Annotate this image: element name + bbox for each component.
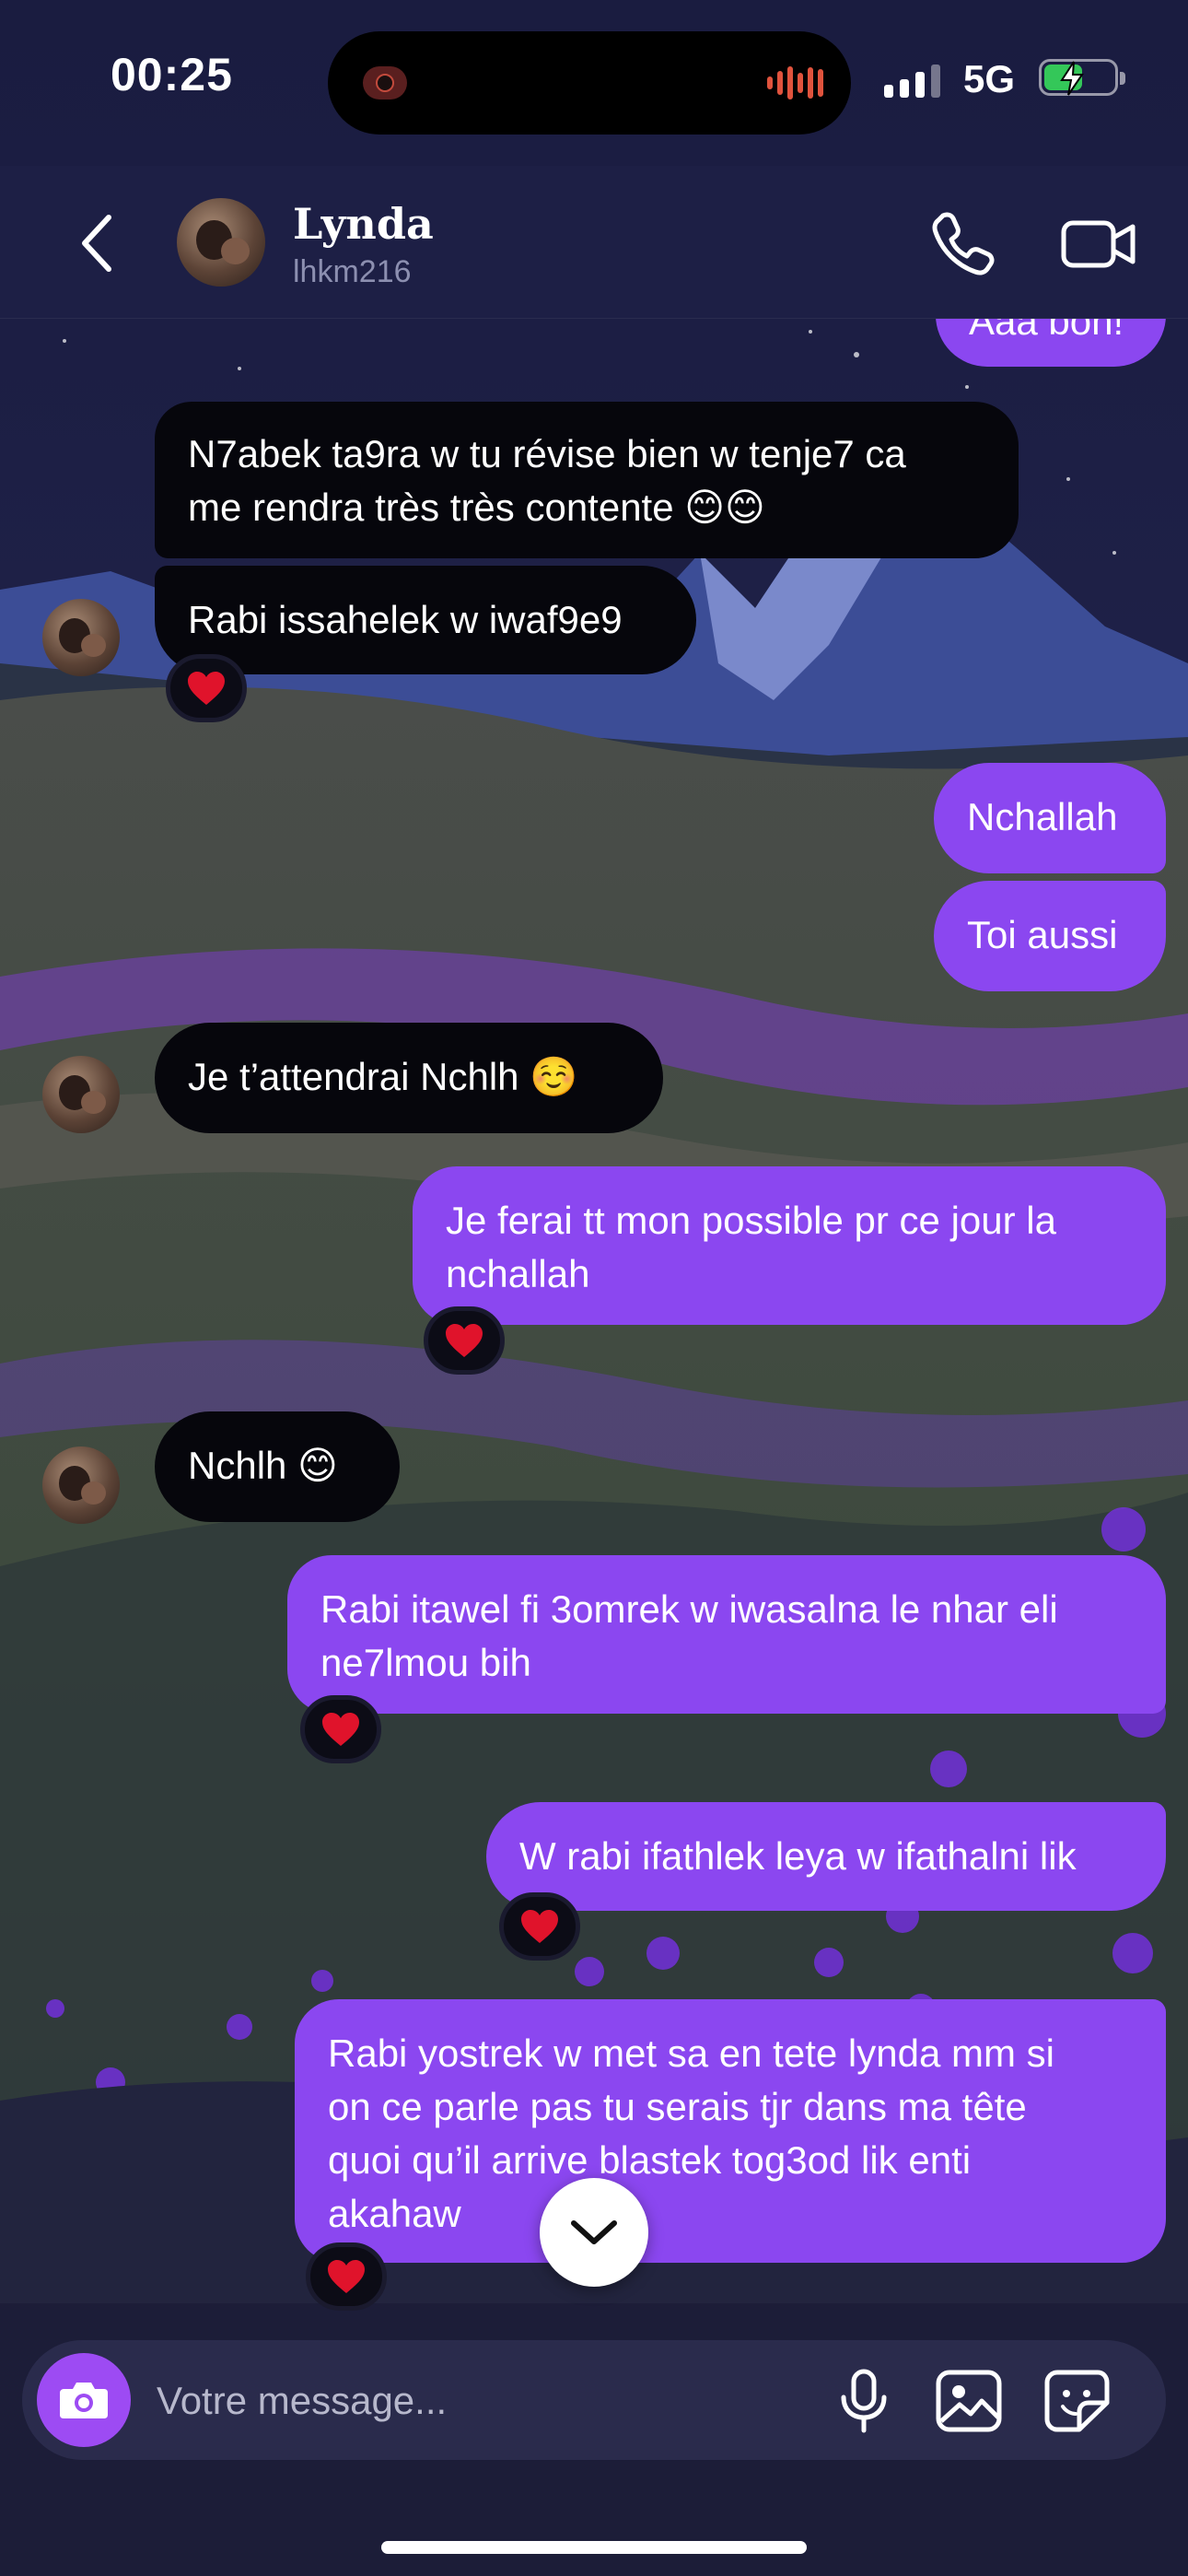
contact-name[interactable]: Lynda bbox=[293, 199, 434, 249]
dynamic-island bbox=[328, 31, 851, 135]
chevron-down-icon bbox=[571, 2220, 617, 2244]
audio-waveform-icon bbox=[767, 64, 823, 101]
camera-button[interactable] bbox=[37, 2353, 131, 2447]
battery-icon bbox=[1039, 59, 1125, 96]
sticker-icon bbox=[1044, 2370, 1110, 2432]
chat-header: Lynda lhkm216 bbox=[0, 166, 1188, 319]
heart-icon bbox=[328, 2260, 365, 2293]
message-bubble-outgoing[interactable]: Rabi yostrek w met sa en tete lynda mm s… bbox=[295, 1999, 1166, 2263]
video-call-button[interactable] bbox=[1059, 206, 1140, 280]
contact-avatar-small[interactable] bbox=[42, 599, 120, 676]
phone-icon bbox=[932, 212, 995, 275]
sticker-button[interactable] bbox=[1042, 2368, 1112, 2434]
reaction-badge[interactable] bbox=[166, 654, 247, 722]
message-bubble-incoming[interactable]: Nchlh 😊 bbox=[155, 1411, 400, 1522]
contact-avatar-small[interactable] bbox=[42, 1446, 120, 1524]
reaction-badge[interactable] bbox=[300, 1695, 381, 1763]
back-button[interactable] bbox=[72, 210, 127, 276]
message-bubble-outgoing[interactable]: W rabi ifathlek leya w ifathalni lik bbox=[486, 1802, 1166, 1911]
contact-avatar-small[interactable] bbox=[42, 1056, 120, 1133]
message-bubble-outgoing[interactable]: Nchallah bbox=[934, 763, 1166, 873]
image-icon bbox=[936, 2370, 1002, 2432]
reaction-badge[interactable] bbox=[306, 2242, 387, 2311]
status-bar: 00:25 5G bbox=[0, 0, 1188, 166]
chevron-left-icon bbox=[82, 215, 111, 272]
heart-icon bbox=[188, 672, 225, 705]
heart-icon bbox=[446, 1324, 483, 1357]
scroll-to-bottom-button[interactable] bbox=[540, 2178, 648, 2287]
reaction-badge[interactable] bbox=[499, 1892, 580, 1961]
contact-handle[interactable]: lhkm216 bbox=[293, 254, 412, 290]
camera-icon bbox=[60, 2383, 108, 2418]
reaction-badge[interactable] bbox=[424, 1306, 505, 1375]
voice-message-button[interactable] bbox=[831, 2368, 897, 2434]
audio-source-icon bbox=[363, 66, 407, 100]
voice-call-button[interactable] bbox=[926, 206, 1000, 280]
home-indicator[interactable] bbox=[381, 2541, 807, 2554]
message-input[interactable] bbox=[155, 2368, 803, 2434]
network-type: 5G bbox=[963, 57, 1016, 100]
charging-bolt-icon bbox=[1060, 61, 1084, 96]
message-bubble-incoming[interactable]: N7abek ta9ra w tu révise bien w tenje7 c… bbox=[155, 402, 1019, 558]
contact-avatar[interactable] bbox=[177, 198, 265, 287]
signal-strength-icon bbox=[884, 61, 940, 98]
video-camera-icon bbox=[1061, 220, 1136, 268]
message-bubble-incoming[interactable]: Rabi issahelek w iwaf9e9 bbox=[155, 566, 696, 674]
message-bubble-outgoing[interactable]: Je ferai tt mon possible pr ce jour la n… bbox=[413, 1166, 1166, 1325]
message-bubble-outgoing[interactable]: Toi aussi bbox=[934, 881, 1166, 991]
heart-icon bbox=[322, 1713, 359, 1746]
message-bubble-incoming[interactable]: Je t’attendrai Nchlh ☺️ bbox=[155, 1023, 663, 1133]
status-time: 00:25 bbox=[111, 49, 233, 100]
microphone-icon bbox=[841, 2369, 887, 2433]
heart-icon bbox=[521, 1910, 558, 1943]
gallery-button[interactable] bbox=[934, 2368, 1004, 2434]
message-composer bbox=[22, 2340, 1166, 2460]
message-bubble-outgoing[interactable]: Rabi itawel fi 3omrek w iwasalna le nhar… bbox=[287, 1555, 1166, 1714]
